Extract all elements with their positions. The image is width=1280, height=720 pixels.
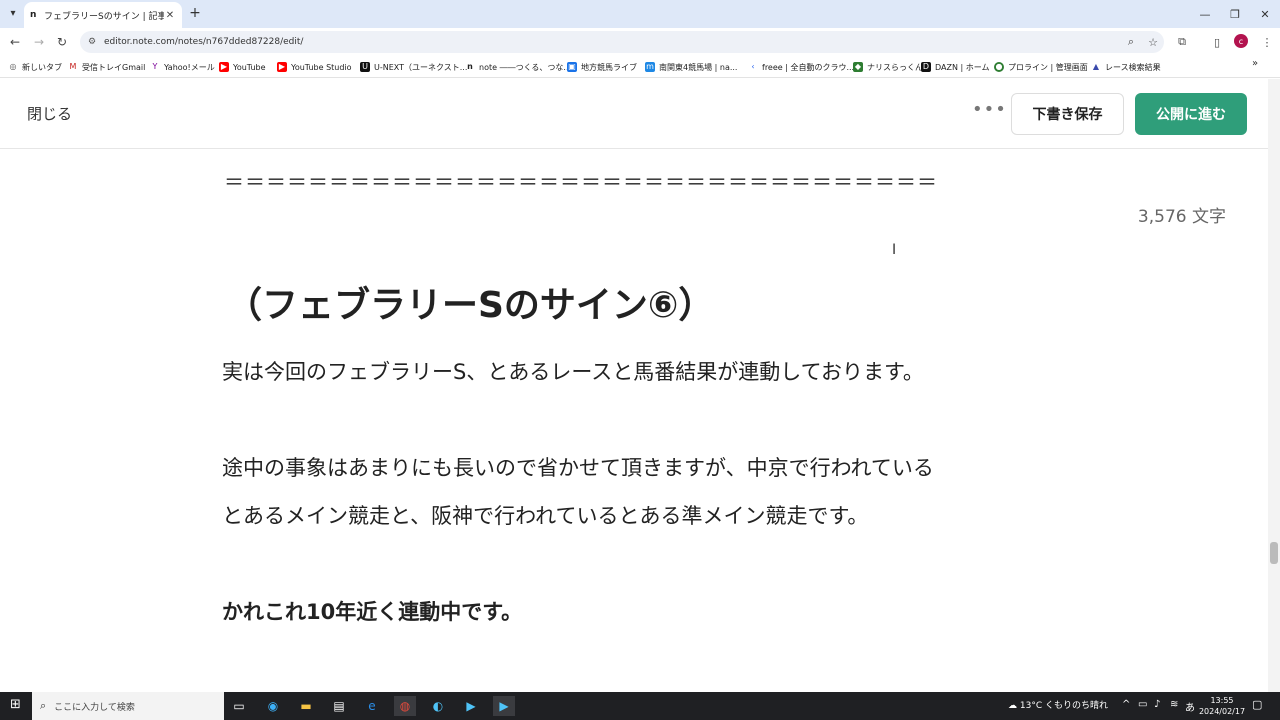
bookmark-item[interactable]: Y Yahoo!メール [150, 60, 215, 74]
window-minimize-button[interactable]: — [1188, 0, 1222, 28]
active-tab[interactable]: n フェブラリーSのサイン | 記事編集 | n ✕ [24, 2, 182, 28]
bookmark-item[interactable]: ◎ 新しいタブ [8, 60, 63, 74]
unext-icon: U [360, 62, 370, 72]
globe-app-icon[interactable]: ◐ [427, 696, 449, 716]
editor-body[interactable]: ＝＝＝＝＝＝＝＝＝＝＝＝＝＝＝＝＝＝＝＝＝＝＝＝＝＝＝＝＝＝＝＝＝＝ 3,576… [0, 150, 1268, 692]
save-draft-button[interactable]: 下書き保存 [1011, 93, 1124, 135]
article-heading[interactable]: （フェブラリーSのサイン⑥） [226, 276, 714, 328]
bookmark-item[interactable]: ◆ ナリスらっくん [853, 60, 923, 74]
address-bar[interactable]: ⚙ editor.note.com/notes/n767dded87228/ed… [80, 31, 1164, 53]
tray-chevron-icon[interactable]: ^ [1122, 699, 1130, 710]
taskbar-search[interactable]: ⌕ ここに入力して検索 [32, 692, 224, 720]
profile-avatar[interactable]: c [1234, 34, 1248, 48]
app-icon[interactable]: ▶ [460, 696, 482, 716]
zoom-icon[interactable]: ⌕ [1120, 35, 1142, 49]
battery-icon[interactable]: ▭ [1138, 699, 1147, 710]
close-editor-link[interactable]: 閉じる [27, 103, 72, 124]
browser-menu-icon[interactable]: ⋮ [1258, 33, 1276, 51]
clock-date: 2024/02/17 [1198, 707, 1246, 716]
freee-icon: ‹ [751, 62, 755, 71]
scrollbar-track[interactable] [1268, 79, 1280, 692]
windows-start-icon[interactable]: ⊞ [10, 698, 24, 712]
clock-time: 13:55 [1210, 696, 1234, 705]
bookmarks-more-icon[interactable]: » [1252, 58, 1258, 69]
taskbar: ⊞ ⌕ ここに入力して検索 ▭ ◉ ▬ ▤ e ◍ ◐ ▶ ▶ ☁ 13°C く… [0, 692, 1280, 720]
edge-icon[interactable]: ◉ [262, 696, 284, 716]
reload-icon[interactable]: ↻ [53, 33, 71, 51]
tab-search-chevron-icon[interactable]: ▾ [4, 4, 22, 22]
bookmarks-bar: ◎ 新しいタブ M 受信トレイGmail Y Yahoo!メール ▶ YouTube ▶… [0, 56, 1280, 78]
search-icon: ⌕ [40, 699, 47, 712]
bookmark-item[interactable]: n note ――つくる、つな... [465, 60, 571, 74]
more-options-icon[interactable]: ••• [972, 99, 1007, 120]
paragraph[interactable]: 実は今回のフェブラリーS、とあるレースと馬番結果が連動しております。 [222, 356, 924, 386]
volume-icon[interactable]: ♪ [1154, 699, 1160, 710]
weather-widget[interactable]: ☁ 13°C くもりのち晴れ [1008, 698, 1108, 711]
chrome-icon[interactable]: ◍ [394, 696, 416, 716]
window-close-button[interactable]: ✕ [1248, 0, 1280, 28]
word-count: 3,576 文字 [1137, 207, 1226, 227]
tab-title: フェブラリーSのサイン | 記事編集 | n [44, 11, 164, 22]
race-icon: ▲ [1092, 62, 1100, 71]
bookmark-item[interactable]: ▲ レース検索結果 [1091, 60, 1161, 74]
bookmark-item[interactable]: m 南関東4競馬場 | na... [645, 60, 737, 74]
text-cursor-icon: I [892, 242, 897, 258]
gmail-icon: M [69, 62, 77, 71]
nankan-icon: m [645, 62, 655, 72]
tab-close-icon[interactable]: ✕ [164, 10, 176, 21]
file-explorer-icon[interactable]: ▬ [295, 696, 317, 716]
window-maximize-button[interactable]: ❐ [1218, 0, 1252, 28]
paragraph[interactable]: とあるメイン競走と、阪神で行われているとある準メイン競走です。 [222, 500, 868, 530]
scrollbar-thumb[interactable] [1270, 542, 1278, 564]
editor-header: 閉じる ••• 下書き保存 公開に進む [0, 79, 1268, 149]
bookmark-item[interactable]: ▶ YouTube Studio [277, 60, 352, 74]
nari-icon: ◆ [853, 62, 863, 72]
browser-toolbar: ← → ↻ ⚙ editor.note.com/notes/n767dded87… [0, 28, 1280, 56]
note-icon: n [467, 62, 473, 71]
cloud-icon: ☁ [1008, 701, 1020, 711]
globe-icon: ◎ [9, 62, 17, 71]
task-view-icon[interactable]: ▭ [228, 696, 250, 716]
bookmark-item[interactable]: U U-NEXT（ユーネクスト... [360, 60, 467, 74]
app-icon[interactable]: ▶ [493, 696, 515, 716]
new-tab-button[interactable]: + [186, 4, 204, 22]
publish-button[interactable]: 公開に進む [1135, 93, 1247, 135]
yahoo-icon: Y [152, 62, 158, 71]
bookmark-item[interactable]: ● プロライン | 管理画面 [994, 60, 1088, 74]
back-icon[interactable]: ← [6, 33, 24, 51]
bookmark-item[interactable]: D DAZN | ホーム [921, 60, 990, 74]
keiba-live-icon: ▣ [567, 62, 577, 72]
store-icon[interactable]: ▤ [328, 696, 350, 716]
ie-icon[interactable]: e [361, 696, 383, 716]
bookmark-star-icon[interactable]: ☆ [1142, 36, 1164, 49]
url-text: editor.note.com/notes/n767dded87228/edit… [104, 37, 304, 47]
browser-tab-bar: ▾ n フェブラリーSのサイン | 記事編集 | n ✕ + — ❐ ✕ [0, 0, 1280, 28]
bookmark-item[interactable]: M 受信トレイGmail [68, 60, 146, 74]
search-placeholder: ここに入力して検索 [54, 702, 135, 713]
bookmark-item[interactable]: ▣ 地方競馬ライブ [567, 60, 637, 74]
notification-icon[interactable]: ▢ [1252, 698, 1262, 711]
dazn-icon: D [921, 62, 931, 72]
side-panel-icon[interactable]: ▯ [1208, 33, 1226, 51]
bold-paragraph[interactable]: かれこれ10年近く連動中です。 [222, 596, 522, 626]
youtube-icon: ▶ [219, 62, 229, 72]
proline-icon: ● [994, 62, 1004, 72]
extensions-icon[interactable]: ⧉ [1173, 33, 1191, 51]
forward-icon[interactable]: → [30, 33, 48, 51]
note-favicon-icon: n [30, 10, 37, 20]
bookmark-item[interactable]: ‹ freee | 全自動のクラウ... [748, 60, 854, 74]
network-icon[interactable]: ≋ [1170, 699, 1178, 710]
paragraph[interactable]: 途中の事象はあまりにも長いので省かせて頂きますが、中京で行われている [222, 452, 934, 482]
ime-indicator[interactable]: あ [1185, 699, 1195, 714]
separator-line: ＝＝＝＝＝＝＝＝＝＝＝＝＝＝＝＝＝＝＝＝＝＝＝＝＝＝＝＝＝＝＝＝＝＝ [224, 170, 938, 194]
clock[interactable]: 13:55 2024/02/17 [1196, 695, 1248, 717]
youtube-studio-icon: ▶ [277, 62, 287, 72]
bookmark-item[interactable]: ▶ YouTube [219, 60, 266, 74]
site-info-icon[interactable]: ⚙ [88, 37, 104, 47]
